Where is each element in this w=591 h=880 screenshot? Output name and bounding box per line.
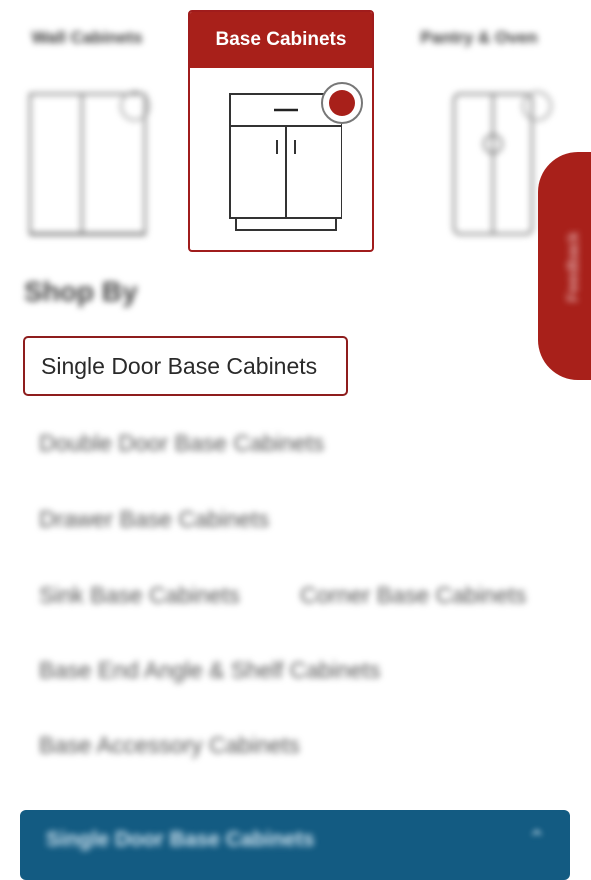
option-drawer-base[interactable]: Drawer Base Cabinets	[23, 489, 285, 549]
category-card-pantry[interactable]: Pantry & Oven	[404, 14, 554, 249]
option-label: Corner Base Cabinets	[300, 581, 527, 608]
option-label: Single Door Base Cabinets	[41, 352, 318, 379]
option-double-door-base[interactable]: Double Door Base Cabinets	[23, 413, 340, 473]
chevron-up-icon: ⌃	[527, 826, 546, 851]
category-card-wall[interactable]: Wall Cabinets	[12, 14, 162, 249]
option-corner-base[interactable]: Corner Base Cabinets	[284, 565, 542, 625]
feedback-tab[interactable]: Feedback	[538, 152, 591, 380]
option-label: Base Accessory Cabinets	[39, 731, 300, 758]
option-single-door-base[interactable]: Single Door Base Cabinets	[23, 336, 348, 396]
option-label: Sink Base Cabinets	[39, 581, 240, 608]
option-base-end-angle-shelf[interactable]: Base End Angle & Shelf Cabinets	[23, 640, 396, 700]
category-card-base[interactable]: Base Cabinets	[188, 10, 374, 252]
pantry-cabinet-icon	[453, 91, 552, 235]
option-sink-base[interactable]: Sink Base Cabinets	[23, 565, 256, 625]
selected-indicator-icon	[321, 82, 363, 124]
category-title: Base Cabinets	[190, 12, 372, 68]
category-title: Wall Cabinets	[31, 28, 143, 47]
category-title: Pantry & Oven	[420, 28, 538, 47]
accordion-label: Single Door Base Cabinets	[46, 828, 315, 851]
option-label: Drawer Base Cabinets	[39, 505, 270, 532]
shop-by-heading: Shop By	[24, 276, 138, 307]
option-label: Base End Angle & Shelf Cabinets	[39, 656, 381, 683]
option-base-accessory[interactable]: Base Accessory Cabinets	[23, 715, 316, 775]
product-accordion-header[interactable]: Single Door Base Cabinets ⌃	[20, 810, 570, 880]
feedback-label: Feedback	[565, 231, 582, 303]
option-label: Double Door Base Cabinets	[39, 429, 325, 456]
wall-cabinet-icon	[29, 91, 150, 236]
